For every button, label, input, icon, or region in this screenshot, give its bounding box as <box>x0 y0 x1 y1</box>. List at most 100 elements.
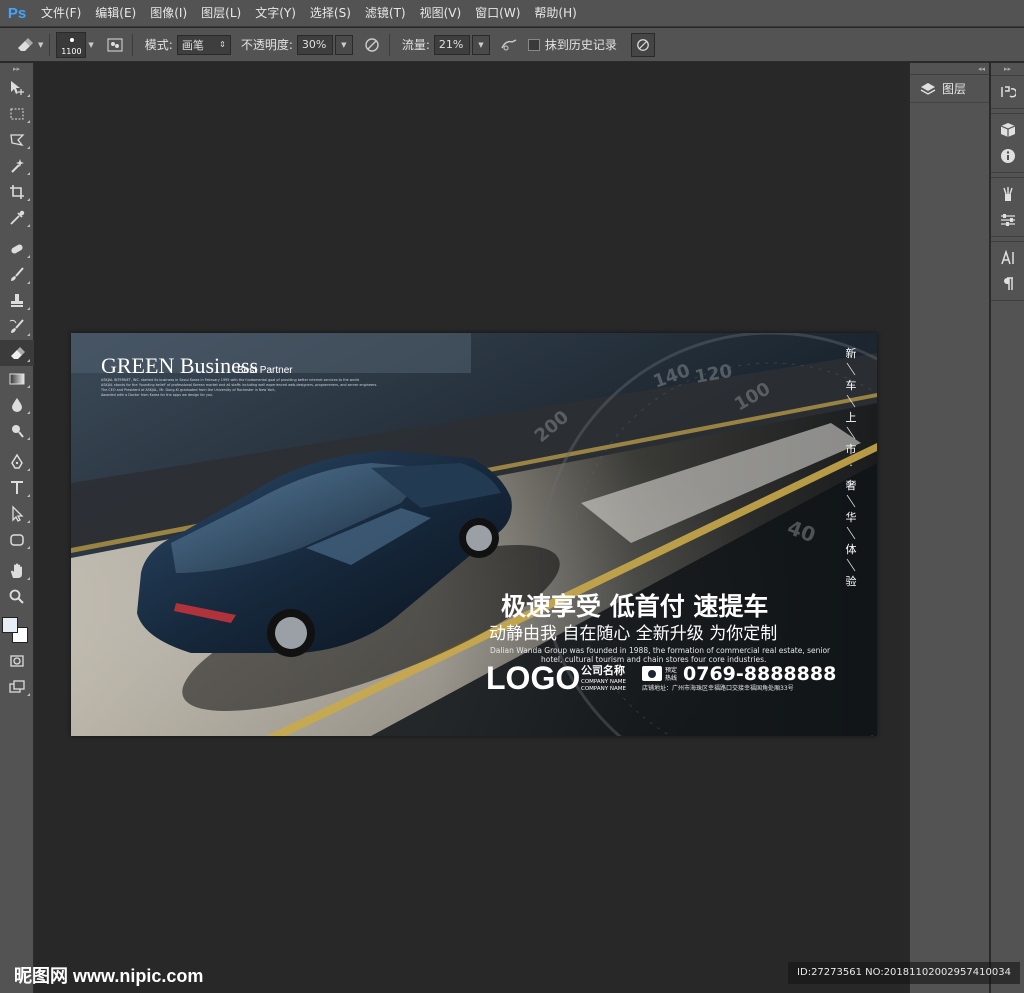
menu-select[interactable]: 选择(S) <box>303 0 358 27</box>
brand-small-text-3: The CEO and President of ASKJAL, Mr. Don… <box>100 388 276 392</box>
preset-dropdown-arrow[interactable]: ▼ <box>38 41 43 49</box>
lasso-tool-icon[interactable] <box>0 127 34 153</box>
brush-size-preview[interactable]: 1100 <box>56 31 87 58</box>
vertical-char: 华 <box>846 510 857 524</box>
brand-subtitle: Best Partner <box>237 365 293 376</box>
layers-panel-button[interactable]: 图层 <box>910 75 989 103</box>
screen-mode-icon[interactable] <box>0 674 34 700</box>
eraser-tool-preset-icon[interactable] <box>14 34 36 56</box>
layers-panel-label: 图层 <box>942 82 967 96</box>
path-selection-tool-icon[interactable] <box>0 501 34 527</box>
vertical-char: 奢 <box>846 478 857 492</box>
company-name-en-1: COMPANY NAME <box>581 679 626 685</box>
clone-stamp-tool-icon[interactable] <box>0 288 34 314</box>
vertical-char: 上 <box>846 411 857 424</box>
hotline-label-2: 热线 <box>665 674 677 682</box>
brush-dropdown-arrow[interactable]: ▼ <box>88 41 93 49</box>
menu-window[interactable]: 窗口(W) <box>468 0 527 27</box>
dock-collapse-grip[interactable]: ▸▸ <box>991 63 1024 75</box>
brush-panel-icon[interactable] <box>104 34 126 56</box>
opacity-input[interactable]: 30% <box>296 34 333 55</box>
brand-title: GREEN Business <box>101 353 258 378</box>
divider <box>131 33 133 56</box>
healing-brush-tool-icon[interactable] <box>0 236 34 262</box>
adjustments-sliders-icon[interactable] <box>991 207 1024 233</box>
move-tool-icon[interactable] <box>0 75 34 101</box>
brand-small-text-4: Awarded with a Doctor from Korea for the… <box>101 393 213 397</box>
panel-collapse-grip[interactable]: ▸▸ <box>0 63 33 75</box>
airbrush-icon[interactable] <box>498 34 520 56</box>
dock-group-adjust <box>991 177 1024 237</box>
options-bar: ▼ 1100 ▼ 模式: 画笔 ⇕ 不透明度: 30% ▼ 流量: 21% ▼ … <box>0 28 1024 62</box>
poster-artwork: 200 140 120 100 40 GREEN Business Best P… <box>71 333 877 736</box>
menu-layer[interactable]: 图层(L) <box>194 0 248 27</box>
dodge-tool-icon[interactable] <box>0 418 34 444</box>
ps-logo: Ps <box>7 4 27 22</box>
flow-dropdown[interactable]: ▼ <box>471 34 490 55</box>
gradient-tool-icon[interactable] <box>0 366 34 392</box>
menu-view[interactable]: 视图(V) <box>413 0 469 27</box>
hotline-number: 0769-8888888 <box>683 663 836 685</box>
brush-tool-icon[interactable] <box>0 262 34 288</box>
document-workspace[interactable]: 200 140 120 100 40 GREEN Business Best P… <box>35 63 909 993</box>
hotline-label-1: 预定 <box>665 666 677 674</box>
erase-to-history-label: 抹到历史记录 <box>544 38 617 52</box>
crop-tool-icon[interactable] <box>0 179 34 205</box>
menu-help[interactable]: 帮助(H) <box>527 0 583 27</box>
character-panel-icon[interactable] <box>991 245 1024 271</box>
menu-filter[interactable]: 滤镜(T) <box>358 0 413 27</box>
history-panel-icon[interactable] <box>991 79 1024 105</box>
menu-image[interactable]: 图像(I) <box>143 0 194 27</box>
foreground-color-swatch[interactable] <box>2 617 18 633</box>
eyedropper-tool-icon[interactable] <box>0 205 34 231</box>
menu-edit[interactable]: 编辑(E) <box>88 0 143 27</box>
pressure-opacity-icon[interactable] <box>361 34 383 56</box>
phone-icon-dial <box>648 670 656 678</box>
opacity-label: 不透明度: <box>240 38 293 52</box>
dock-group-type <box>991 241 1024 301</box>
type-tool-icon[interactable] <box>0 475 34 501</box>
divider <box>49 33 51 56</box>
brand-small-text-1: ASKJAL INTERNET, INC. started its busine… <box>101 378 359 382</box>
menu-file[interactable]: 文件(F) <box>34 0 88 27</box>
erase-to-history-checkbox[interactable] <box>527 38 540 51</box>
image-id-watermark: ID:27273561 NO:20181102002957410034 <box>788 962 1020 984</box>
eraser-tool-icon[interactable] <box>0 340 34 366</box>
mode-label: 模式: <box>144 38 173 52</box>
brush-presets-icon[interactable] <box>991 181 1024 207</box>
vertical-char: · <box>849 459 853 472</box>
logo-placeholder: LOGO <box>486 660 580 696</box>
magic-wand-tool-icon[interactable] <box>0 153 34 179</box>
pressure-size-button[interactable] <box>630 32 655 57</box>
paragraph-panel-icon[interactable] <box>991 271 1024 297</box>
menu-type[interactable]: 文字(Y) <box>248 0 303 27</box>
panel-collapse-grip[interactable]: ◂◂ <box>910 63 989 75</box>
hand-tool-icon[interactable] <box>0 558 34 584</box>
pen-tool-icon[interactable] <box>0 449 34 475</box>
zoom-tool-icon[interactable] <box>0 584 34 610</box>
shape-tool-icon[interactable] <box>0 527 34 553</box>
brand-small-text-2: ASKJAL stands for the 'founding belief' … <box>101 383 377 387</box>
vertical-char: 验 <box>846 574 857 588</box>
layers-icon <box>920 82 936 95</box>
description-line-1: Dalian Wanda Group was founded in 1988, … <box>490 646 831 655</box>
quick-mask-icon[interactable] <box>0 648 34 674</box>
blur-tool-icon[interactable] <box>0 392 34 418</box>
photoshop-window: Ps 文件(F) 编辑(E) 图像(I) 图层(L) 文字(Y) 选择(S) 滤… <box>0 0 1024 993</box>
menu-bar: Ps 文件(F) 编辑(E) 图像(I) 图层(L) 文字(Y) 选择(S) 滤… <box>0 0 1024 27</box>
subheadline: 动静由我 自在随心 全新升级 为你定制 <box>489 624 777 644</box>
mode-value: 画笔 <box>181 38 204 52</box>
info-icon[interactable] <box>991 143 1024 169</box>
opacity-dropdown[interactable]: ▼ <box>334 34 353 55</box>
document-canvas[interactable]: 200 140 120 100 40 GREEN Business Best P… <box>71 333 877 736</box>
shop-address: 店铺地址：广州市海珠区幸福路口交接幸福国角处厢33号 <box>642 684 794 692</box>
vertical-char: 车 <box>846 378 857 392</box>
flow-label: 流量: <box>401 38 430 52</box>
history-brush-tool-icon[interactable] <box>0 314 34 340</box>
3d-cube-icon[interactable] <box>991 117 1024 143</box>
vertical-char: 新 <box>846 346 857 360</box>
flow-input[interactable]: 21% <box>433 34 470 55</box>
mode-select[interactable]: 画笔 ⇕ <box>176 34 231 55</box>
marquee-tool-icon[interactable] <box>0 101 34 127</box>
brush-size-value: 1100 <box>61 46 82 56</box>
